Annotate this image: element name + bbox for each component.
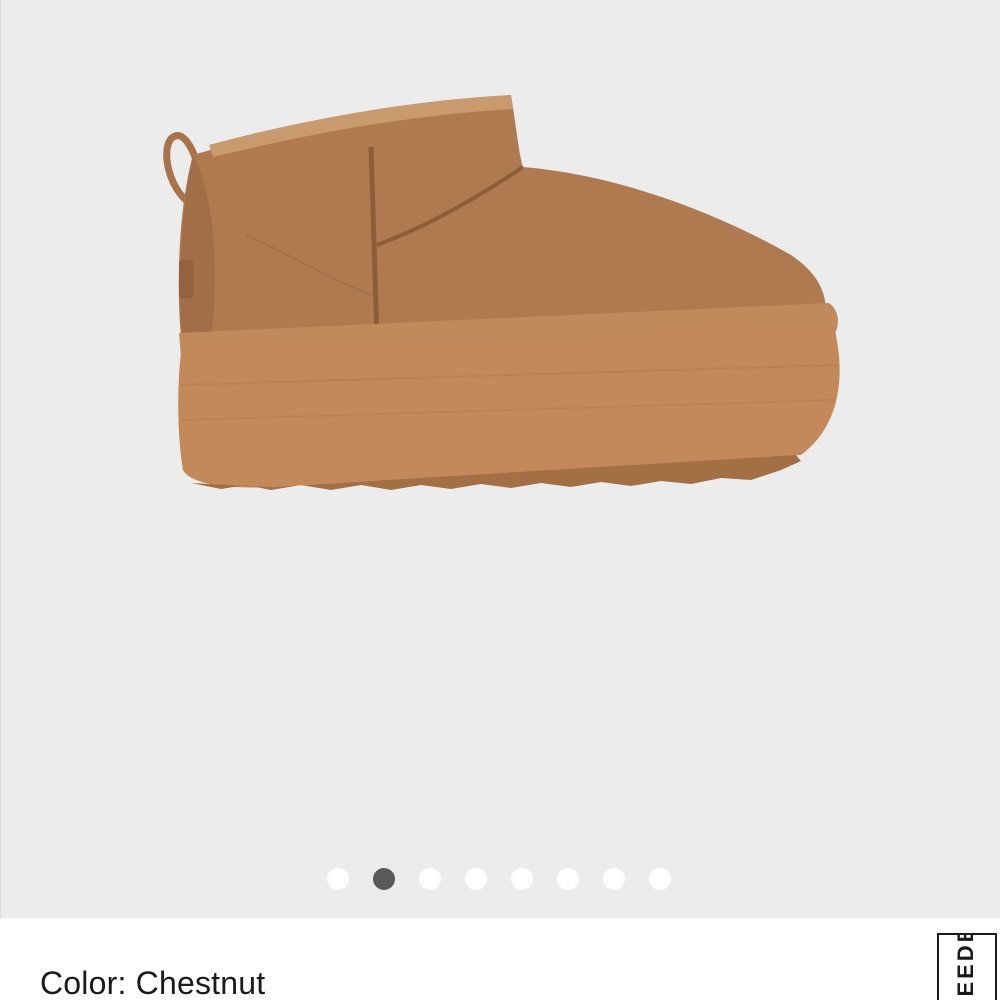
carousel-dot-6[interactable]	[557, 868, 579, 890]
carousel-dot-1[interactable]	[327, 868, 349, 890]
product-page: Color: Chestnut FEEDBACK	[0, 0, 1000, 1000]
color-label: Color: Chestnut	[40, 965, 266, 1000]
feedback-tab-label: FEEDBACK	[953, 935, 978, 1000]
carousel-dot-8[interactable]	[649, 868, 671, 890]
carousel-dot-3[interactable]	[419, 868, 441, 890]
carousel-dot-5[interactable]	[511, 868, 533, 890]
product-image	[163, 95, 840, 490]
carousel-dot-4[interactable]	[465, 868, 487, 890]
feedback-tab[interactable]: FEEDBACK	[937, 933, 997, 1000]
carousel-pagination	[327, 868, 671, 890]
product-image-gallery[interactable]	[0, 0, 1000, 918]
carousel-dot-7[interactable]	[603, 868, 625, 890]
carousel-dot-2[interactable]	[373, 868, 395, 890]
